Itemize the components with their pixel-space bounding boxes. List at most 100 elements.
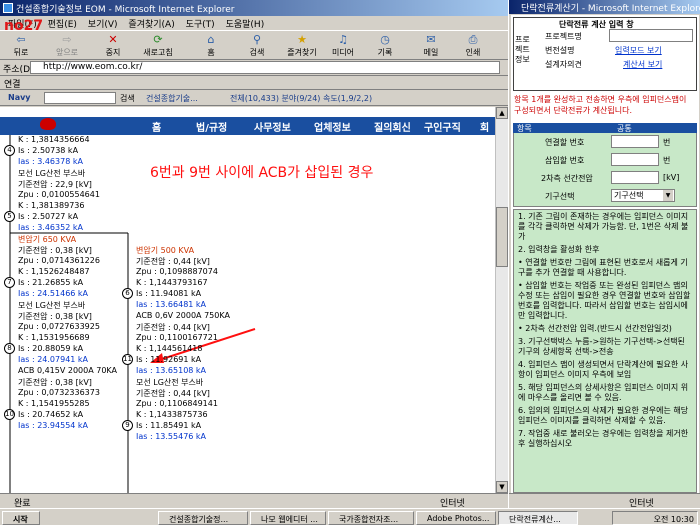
impedance-detail: 기준전압 : 0,44 [kV]	[136, 257, 210, 266]
site-nav-home[interactable]: 홈	[152, 119, 161, 134]
start-button[interactable]: 시작	[2, 511, 40, 525]
impedance-detail: 기준전압 : 0,44 [kV]	[136, 323, 210, 332]
site-logo[interactable]	[40, 118, 56, 130]
task-photoshop[interactable]: Adobe Photos...	[416, 511, 496, 525]
impedance-detail: 모선 LG산전 부스바	[18, 301, 86, 310]
menu-favorites[interactable]: 즐겨찾기(A)	[128, 17, 174, 30]
home-button[interactable]: ⌂ 홈	[194, 33, 228, 59]
media-icon: ♫	[338, 33, 348, 46]
search-icon: ⚲	[252, 33, 262, 46]
voltage-input[interactable]	[611, 171, 659, 184]
node-6[interactable]: 6	[122, 288, 133, 299]
task-calculator[interactable]: 단락전류계산...	[498, 511, 578, 525]
menu-view[interactable]: 보기(V)	[88, 17, 118, 30]
device-select[interactable]: 기구선택 ▼	[611, 189, 675, 202]
node-10[interactable]: 10	[4, 409, 15, 420]
history-button[interactable]: ◷ 기록	[368, 33, 402, 59]
impedance-detail: 기준전압 : 0,44 [kV]	[136, 389, 210, 398]
insert-number-label: 삽입할 번호	[545, 156, 585, 165]
address-bar: 주소(D) http://www.eom.co.kr/	[0, 60, 508, 76]
impedance-detail: K : 1,144561418	[136, 344, 203, 353]
stop-button[interactable]: ✕ 중지	[96, 33, 130, 59]
menu-tools[interactable]: 도구(T)	[186, 17, 215, 30]
menu-edit[interactable]: 편집(E)	[48, 17, 77, 30]
links-label[interactable]: 연결	[4, 80, 21, 90]
node-9[interactable]: 9	[122, 420, 133, 431]
impedance-detail: Zpu : 0,1100167721	[136, 333, 218, 342]
print-icon: ⎙	[468, 33, 478, 46]
vertical-scrollbar[interactable]: ▲ ▼	[495, 107, 508, 493]
navy-search-button[interactable]: 검색	[120, 93, 135, 104]
navy-search-text: 건설종합기술...	[146, 94, 198, 103]
impedance-detail: Zpu : 0,0100554641	[18, 190, 100, 199]
connect-number-input[interactable]	[611, 135, 659, 148]
instruction-item: 5. 해당 임피던스의 상세사항은 임피던스 이미지 위에 마우스를 올리면 볼…	[518, 383, 689, 402]
impedance-detail: Zpu : 0,0714361226	[18, 256, 100, 265]
site-nav-qna[interactable]: 질의회신	[374, 119, 411, 134]
task-namo[interactable]: 나모 웹에디터 ...	[250, 511, 326, 525]
site-nav-more[interactable]: 회	[480, 119, 489, 134]
node-8[interactable]: 8	[4, 343, 15, 354]
node-current: Is : 2.50727 kA	[18, 212, 79, 221]
impedance-detail: Zpu : 0,1098887074	[136, 267, 218, 276]
menu-bar: 파일(F) 편집(E) 보기(V) 즐겨찾기(A) 도구(T) 도움말(H)	[0, 16, 508, 30]
report-link[interactable]: 계산서 보기	[623, 59, 662, 70]
task-g2b[interactable]: 국가종합전자조...	[328, 511, 414, 525]
row-label-desc: 변전설명	[545, 46, 575, 55]
print-button[interactable]: ⎙ 인쇄	[456, 33, 490, 59]
scroll-down-icon[interactable]: ▼	[496, 481, 508, 493]
navy-search-input[interactable]	[44, 92, 116, 104]
calculator-title-bar[interactable]: 단락전류계산기 - Microsoft Internet Explorer	[509, 0, 700, 14]
site-nav-law[interactable]: 법/규정	[196, 119, 227, 134]
address-value: http://www.eom.co.kr/	[43, 62, 143, 72]
navy-logo[interactable]: Navy	[8, 93, 31, 102]
favorites-button[interactable]: ★ 즐겨찾기	[282, 33, 322, 59]
mail-button[interactable]: ✉ 메일	[414, 33, 448, 59]
refresh-button[interactable]: ⟳ 새로고침	[136, 33, 180, 59]
node-current: Is : 11.92691 kA	[136, 355, 202, 364]
voltage-unit: [kV]	[663, 173, 680, 182]
menu-help[interactable]: 도움말(H)	[226, 17, 265, 30]
site-nav-office[interactable]: 사무정보	[254, 119, 291, 134]
row-label-project-name: 프로젝트명	[545, 32, 582, 41]
insert-number-input[interactable]	[611, 153, 659, 166]
node-7[interactable]: 7	[4, 277, 15, 288]
node-current: Is : 11.85491 kA	[136, 421, 202, 430]
instruction-item: • 연결할 번호란 그림에 표현된 번호로서 새롭게 기구를 추가 연결할 때 …	[518, 258, 688, 277]
back-button[interactable]: ⇦ 뒤로	[4, 33, 38, 59]
mail-icon: ✉	[426, 33, 436, 46]
project-name-field[interactable]	[609, 29, 693, 42]
site-nav-company[interactable]: 업체정보	[314, 119, 351, 134]
address-input[interactable]: http://www.eom.co.kr/	[30, 61, 500, 74]
status-text: 완료	[14, 499, 31, 508]
asym-current: Ias : 24.51466 kA	[18, 289, 89, 298]
calculator-body: 단락전류 계산 입력 창 프로젝트정보 프로젝트명 변전설명 입력모드 보기 설…	[511, 15, 699, 493]
annotation-text: 6번과 9번 사이에 ACB가 삽입된 경우	[150, 165, 374, 181]
input-mode-link[interactable]: 입력모드 보기	[615, 45, 662, 56]
impedance-detail: Zpu : 0,1106849141	[136, 399, 218, 408]
asym-current: Ias : 23.94554 kA	[18, 421, 89, 430]
site-nav-jobs[interactable]: 구인구직	[424, 119, 461, 134]
links-bar: 연결	[0, 76, 508, 90]
node-5[interactable]: 5	[4, 211, 15, 222]
node-11[interactable]: 11	[122, 354, 133, 365]
forward-button[interactable]: ⇨ 앞으로	[50, 33, 84, 59]
task-eom[interactable]: 건설종합기술정...	[158, 511, 248, 525]
impedance-detail: K : 1,1541955285	[18, 399, 90, 408]
media-button[interactable]: ♫ 미디어	[326, 33, 360, 59]
transformer-label: 변압기 650 KVA	[18, 235, 77, 244]
forward-icon: ⇨	[62, 33, 72, 46]
scroll-up-icon[interactable]: ▲	[496, 107, 508, 119]
calculator-status: 인터넷	[509, 493, 700, 509]
status-bar: 완료 인터넷	[0, 493, 508, 508]
instruction-item: 1. 기존 그림이 존재하는 경우에는 임피던스 이미지를 각각 클릭하면 삭제…	[518, 212, 689, 241]
ie-window: 건설종합기술정보 EOM - Microsoft Internet Explor…	[0, 0, 508, 508]
clock: 오전 10:30	[612, 511, 698, 525]
scroll-thumb[interactable]	[496, 207, 508, 267]
impedance-detail: K : 1,381389736	[18, 201, 85, 210]
node-4[interactable]: 4	[4, 145, 15, 156]
ie-title-bar[interactable]: 건설종합기술정보 EOM - Microsoft Internet Explor…	[0, 0, 508, 16]
search-button[interactable]: ⚲ 검색	[240, 33, 274, 59]
k-value: K : 1,3814356664	[18, 135, 90, 144]
impedance-detail: K : 1,1443793167	[136, 278, 208, 287]
